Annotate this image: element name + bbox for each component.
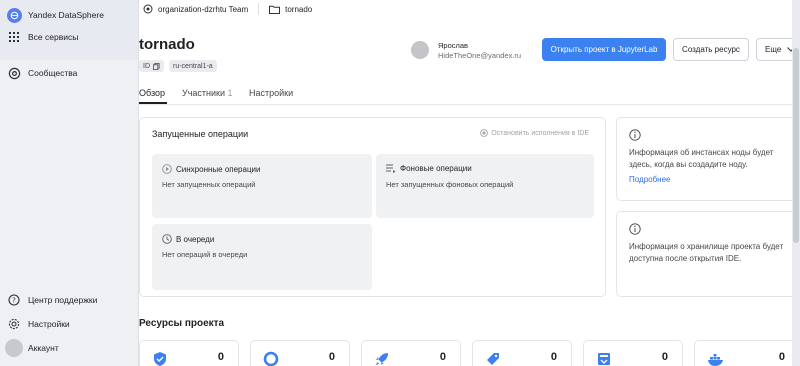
resource-card[interactable]: 0 [694, 340, 800, 366]
resource-count: 0 [217, 351, 224, 363]
card-desc: Нет запущенных фоновых операций [386, 180, 514, 189]
resource-card[interactable]: 0 [583, 340, 683, 366]
create-resource-button[interactable]: Создать ресурс [673, 38, 749, 61]
docker-icon [707, 351, 725, 366]
help-icon: ? [0, 294, 28, 306]
brand-link[interactable]: Yandex DataSphere [0, 3, 139, 27]
sidebar: Yandex DataSphere Все сервисы Сообщества… [0, 0, 139, 366]
resource-count: 0 [550, 351, 557, 363]
list-icon [386, 164, 396, 173]
user-name: Ярослав [438, 41, 469, 50]
resource-card[interactable]: 0 [472, 340, 572, 366]
sidebar-item-label: Аккаунт [28, 343, 59, 353]
tab-count: 1 [227, 88, 233, 98]
scrollbar-thumb[interactable] [793, 48, 799, 243]
node-info-card: Информация об инстансах ноды будет здесь… [616, 117, 800, 201]
tab-members[interactable]: Участники 1 [182, 88, 233, 98]
sidebar-item-account[interactable]: Аккаунт [0, 336, 139, 360]
queue-operations-card: В очереди Нет операций в очереди [152, 224, 372, 290]
sidebar-item-label: Все сервисы [28, 32, 79, 42]
resource-count: 0 [661, 351, 668, 363]
tabs: Обзор Участники 1 Настройки [139, 85, 800, 104]
background-operations-card: Фоновые операции Нет запущенных фоновых … [376, 154, 594, 218]
tab-overview[interactable]: Обзор [139, 88, 165, 98]
rocket-icon [374, 351, 390, 366]
info-icon [629, 222, 641, 240]
breadcrumb: organization-dzrhtu Team tornado [143, 0, 312, 18]
grid-icon [0, 32, 28, 42]
datasphere-logo-icon [0, 7, 28, 23]
sidebar-item-all-services[interactable]: Все сервисы [0, 25, 139, 49]
project-id-chip[interactable]: ID [139, 60, 164, 72]
node-info-text: Информация об инстансах ноды будет здесь… [629, 148, 774, 169]
page-title: tornado [139, 36, 195, 53]
folder-icon [269, 5, 281, 14]
play-icon [162, 164, 172, 174]
more-label: Еще [765, 45, 782, 54]
id-label: ID [143, 62, 150, 70]
shield-check-icon [152, 351, 168, 366]
resource-count: 0 [328, 351, 335, 363]
card-title: Фоновые операции [400, 164, 472, 173]
sidebar-item-label: Настройки [28, 319, 70, 329]
copy-icon[interactable] [153, 62, 160, 70]
organization-icon [143, 4, 153, 14]
stop-label: Остановить исполнения в IDE [491, 129, 589, 137]
card-desc: Нет операций в очереди [162, 250, 248, 259]
card-title: Синхронные операции [176, 164, 261, 174]
resources-title: Ресурсы проекта [139, 318, 225, 329]
gear-icon [0, 318, 28, 330]
resource-card[interactable]: 0 [139, 340, 239, 366]
tab-settings[interactable]: Настройки [249, 88, 293, 98]
brand-name: Yandex DataSphere [28, 10, 104, 20]
more-info-link[interactable]: Подробнее [629, 175, 671, 184]
main-content: organization-dzrhtu Team tornado tornado… [139, 0, 800, 366]
stop-ide-button[interactable]: Остановить исполнения в IDE [480, 129, 589, 137]
avatar [5, 339, 23, 357]
dataset-icon [596, 351, 612, 366]
svg-text:?: ? [12, 297, 16, 305]
clock-icon [162, 234, 172, 244]
resource-count: 0 [439, 351, 446, 363]
breadcrumb-project[interactable]: tornado [285, 5, 312, 14]
sidebar-item-label: Центр поддержки [28, 295, 98, 305]
tag-icon [485, 351, 501, 366]
user-avatar[interactable] [411, 41, 429, 59]
storage-info-card: Информация о хранилище проекта будет дос… [616, 211, 800, 297]
sync-operations-card: Синхронные операции Нет запущенных опера… [152, 154, 372, 218]
communities-icon [0, 67, 28, 80]
open-jupyterlab-button[interactable]: Открыть проект в JupyterLab [542, 38, 666, 61]
resource-count: 0 [778, 351, 785, 363]
card-title: В очереди [176, 234, 215, 244]
storage-info-text: Информация о хранилище проекта будет дос… [629, 242, 784, 263]
sidebar-item-settings[interactable]: Настройки [0, 312, 139, 336]
resource-card[interactable]: 0 [250, 340, 350, 366]
sidebar-item-support[interactable]: ? Центр поддержки [0, 288, 139, 312]
sidebar-item-label: Сообщества [28, 68, 78, 78]
info-icon [629, 128, 641, 146]
sidebar-item-communities[interactable]: Сообщества [0, 61, 139, 85]
tab-label: Участники [182, 88, 225, 98]
card-desc: Нет запущенных операций [162, 180, 256, 189]
stop-icon [480, 129, 489, 137]
panel-title: Запущенные операции [152, 129, 249, 139]
zone-chip: ru-central1-a [169, 60, 217, 72]
resource-card[interactable]: 0 [361, 340, 461, 366]
tabs-divider [139, 104, 800, 105]
user-email: HideTheOne@yandex.ru [438, 51, 522, 60]
breadcrumb-org[interactable]: organization-dzrhtu Team [158, 5, 248, 14]
ring-icon [263, 351, 279, 366]
running-operations-panel: Запущенные операции Остановить исполнени… [139, 117, 606, 297]
